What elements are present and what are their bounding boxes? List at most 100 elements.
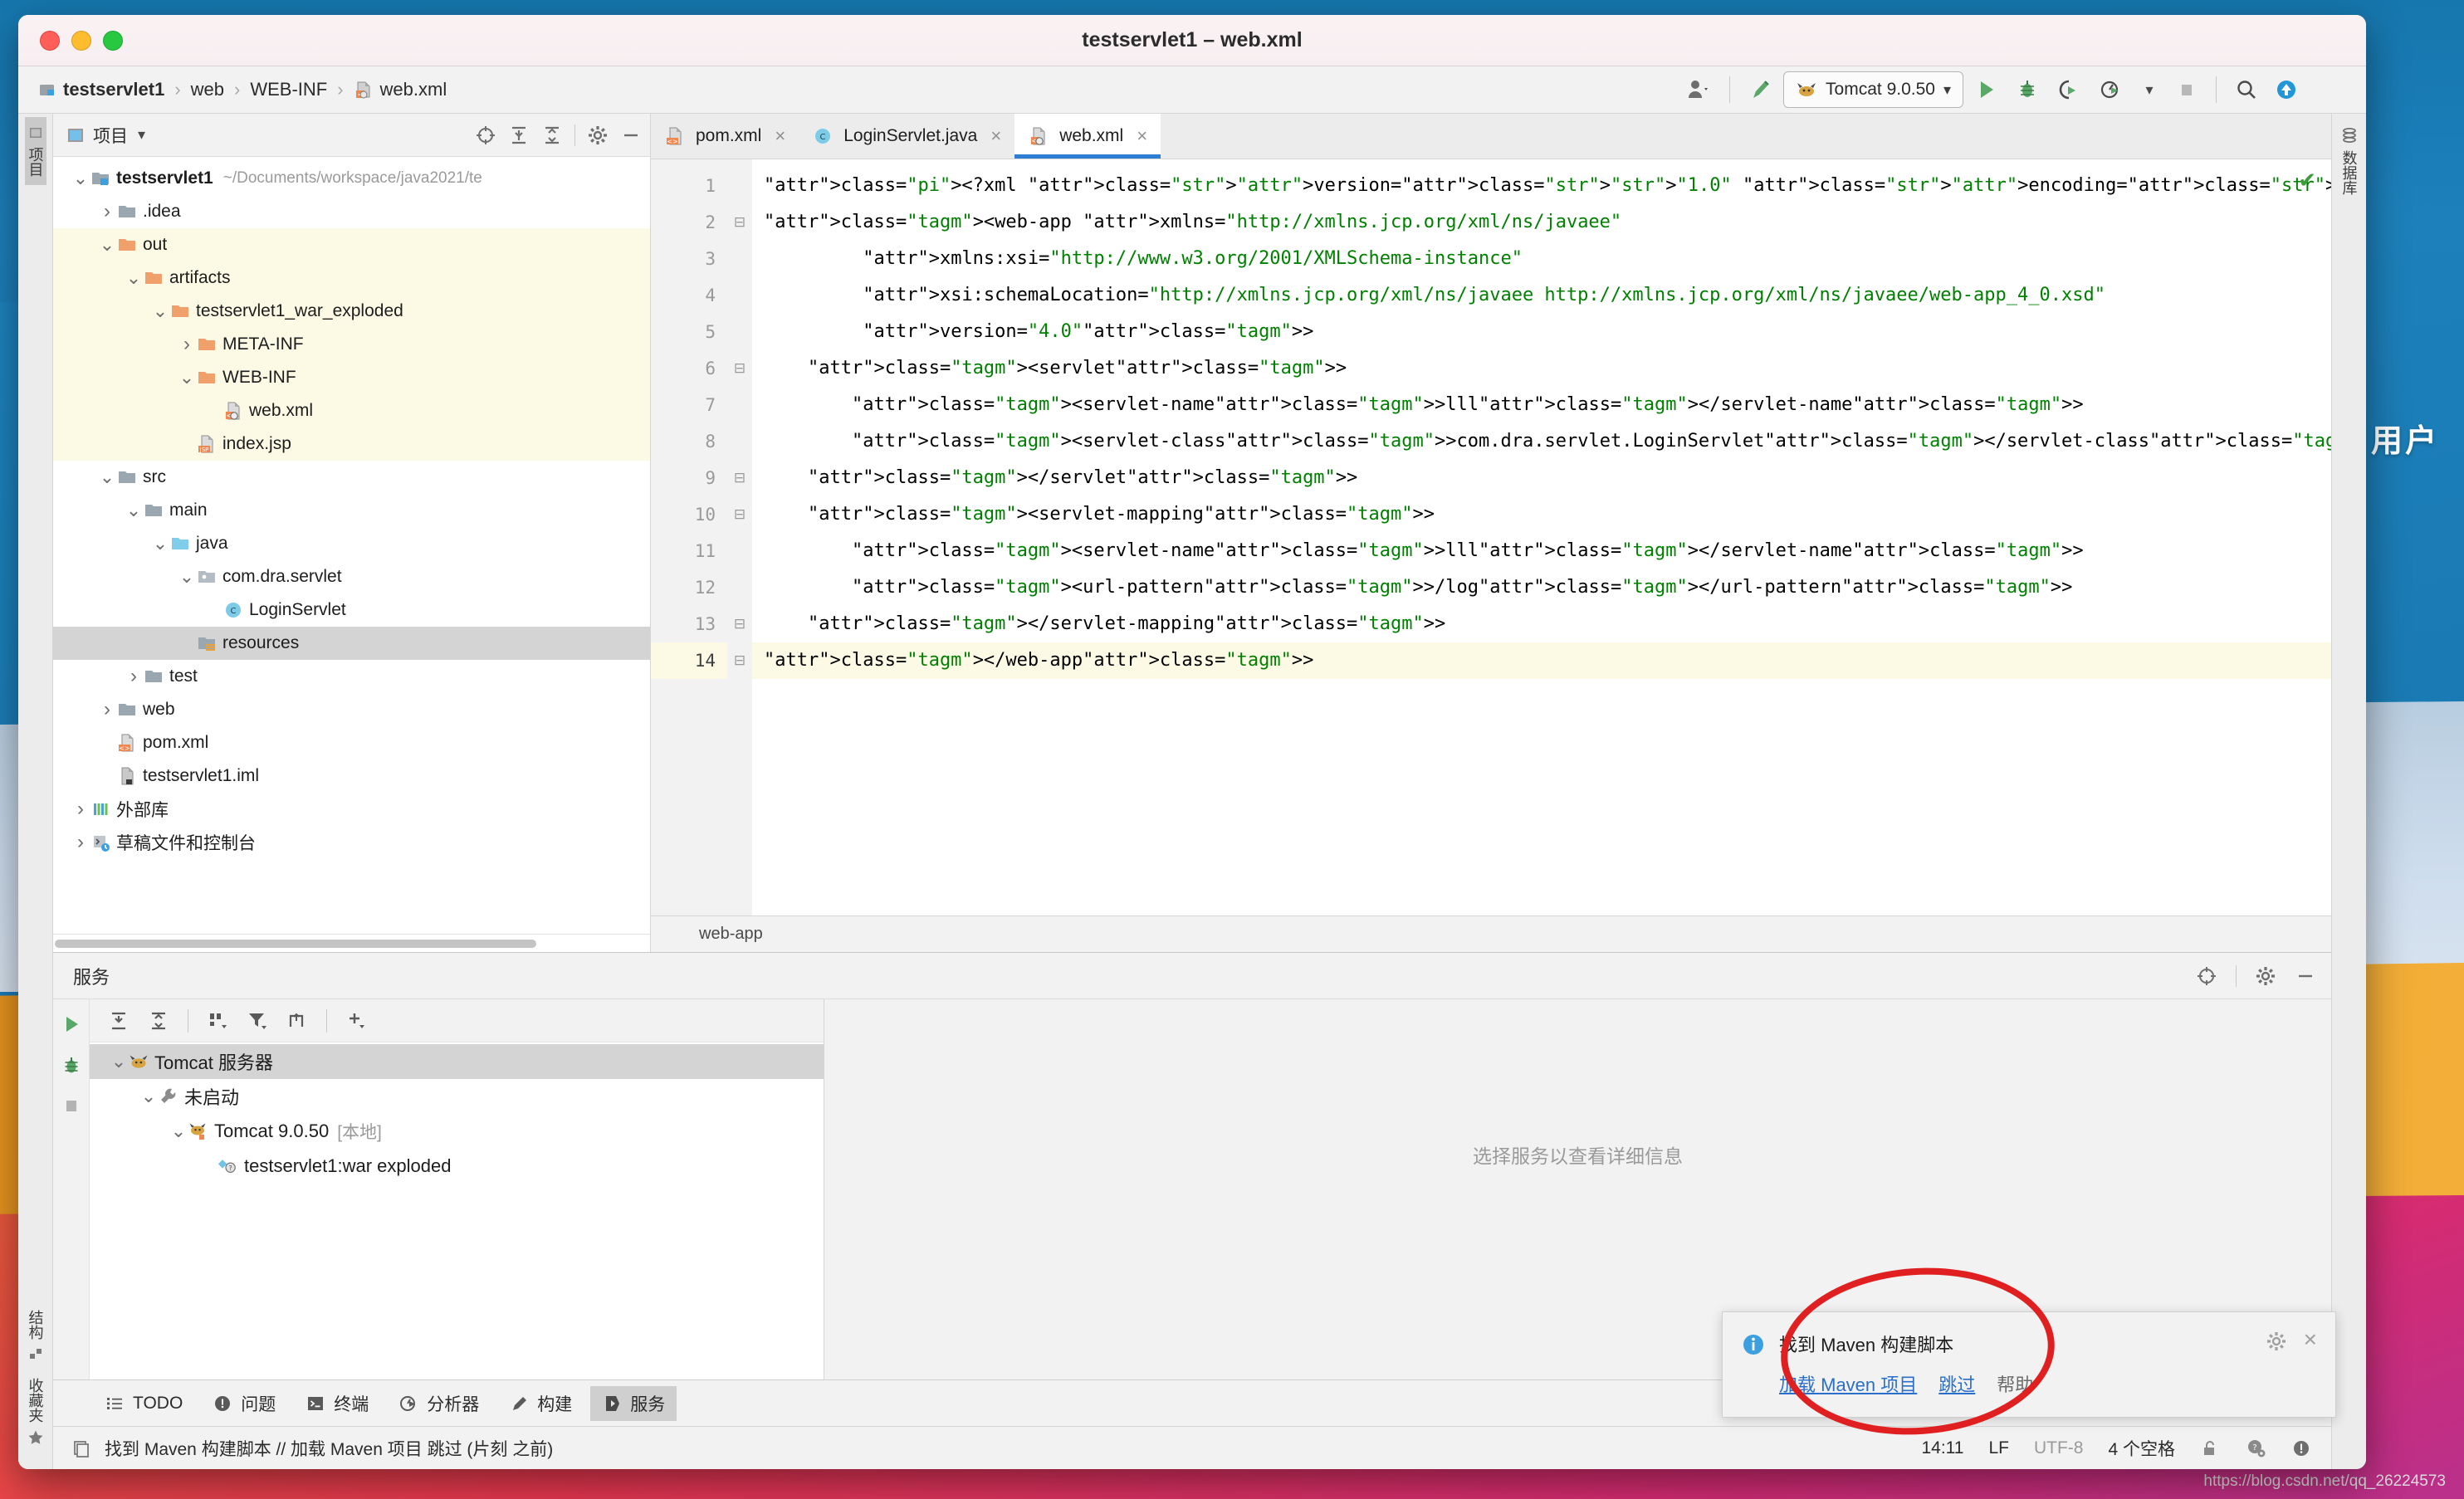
chevron-right-icon[interactable]: › [98,202,116,222]
gear-icon[interactable] [587,125,609,146]
editor-breadcrumb[interactable]: web-app [651,916,2331,952]
add-service-icon[interactable] [339,1005,374,1037]
run-with-coverage-button[interactable] [2050,71,2088,108]
close-tab-icon[interactable]: × [990,125,1001,147]
project-tree-node[interactable]: ⌄ testservlet1_war_exploded [53,295,650,328]
chevron-down-icon[interactable]: ⌄ [71,169,90,188]
build-hammer-button[interactable] [1742,71,1780,108]
project-tree-horizontal-scrollbar[interactable] [53,934,650,952]
code-line[interactable]: "attr">class="tagm"></web-app"attr">clas… [752,642,2331,679]
sidebar-item-favorites[interactable]: 收藏夹 [25,1370,46,1454]
project-tree-node[interactable]: ⌄ src [53,461,650,494]
chevron-right-icon[interactable]: › [125,666,143,686]
code-line[interactable]: "attr">class="tagm"><servlet-name"attr">… [752,533,2331,569]
expand-all-icon[interactable] [101,1005,136,1037]
breadcrumb-item-webinf[interactable]: WEB-INF [250,79,327,100]
chevron-down-icon[interactable]: ▾ [1943,81,1951,99]
code-line[interactable]: "attr">class="tagm"><servlet-name"attr">… [752,387,2331,423]
services-tree-node[interactable]: ⌄ Tomcat 服务器 [90,1044,824,1079]
chevron-right-icon[interactable]: › [178,334,196,354]
filter-icon[interactable] [240,1005,275,1037]
help-link[interactable]: 帮助 [1997,1370,2033,1397]
stop-button[interactable] [2169,71,2204,108]
tool-window-button-services[interactable]: 服务 [590,1385,677,1421]
code-editor[interactable]: 1 2 3 4 5 6 7 8 9 10 11 12 13 14 ⊟ ⊟ ⊟ ⊟ ⊟ ⊟ "attr">class=… [651,159,2331,916]
code-fold-toggle[interactable]: ⊟ [727,642,752,679]
project-tree-node[interactable]: ⌄ main [53,494,650,527]
project-tree-node[interactable]: › 草稿文件和控制台 [53,826,650,859]
project-tree-node[interactable]: ⌄ artifacts [53,261,650,295]
breadcrumb-item-web[interactable]: web [191,79,224,100]
chevron-down-icon[interactable]: ⌄ [125,501,143,520]
chevron-down-icon[interactable]: ⌄ [169,1122,188,1140]
project-tree-node[interactable]: › META-INF [53,328,650,361]
project-tree-node[interactable]: C LoginServlet [53,593,650,627]
chevron-down-icon[interactable]: ⌄ [125,269,143,287]
scrollbar-thumb[interactable] [55,940,536,948]
chevron-down-icon[interactable]: ⌄ [139,1087,158,1106]
code-line[interactable]: "attr">class="tagm"><url-pattern"attr">c… [752,569,2331,606]
status-message[interactable]: 找到 Maven 构建脚本 // 加载 Maven 项目 跳过 (片刻 之前) [105,1436,553,1461]
code-fold-toggle[interactable]: ⊟ [727,350,752,387]
skip-link[interactable]: 跳过 [1938,1370,1975,1397]
gear-icon[interactable] [2266,1331,2287,1352]
code-line[interactable]: "attr">class="tagm"></servlet-mapping"at… [752,606,2331,642]
chevron-down-icon[interactable]: ▾ [2133,71,2166,108]
project-tree[interactable]: ⌄ testservlet1 ~/Documents/workspace/java2… [53,157,650,934]
tool-window-button-hammer[interactable]: 构建 [497,1386,584,1421]
tool-window-button-problems[interactable]: 问题 [201,1386,287,1421]
run-configuration-selector[interactable]: Tomcat 9.0.50 ▾ [1783,71,1963,108]
chevron-right-icon[interactable]: › [98,700,116,720]
chevron-down-icon[interactable]: ⌄ [110,1052,128,1071]
debug-service-button[interactable] [60,1054,83,1077]
editor-tab-loginservlet-java[interactable]: C LoginServlet.java × [799,114,1014,159]
code-folding-gutter[interactable]: ⊟ ⊟ ⊟ ⊟ ⊟ ⊟ [727,159,752,916]
warning-icon[interactable] [2291,1438,2311,1458]
select-opened-file-icon[interactable] [475,125,496,146]
project-tree-node[interactable]: › .idea [53,195,650,228]
chevron-down-icon[interactable]: ⌄ [178,369,196,387]
code-line[interactable]: "attr">class="pi"><?xml "attr">class="st… [752,168,2331,204]
chevron-down-icon[interactable]: ⌄ [98,236,116,254]
search-everywhere-button[interactable] [2228,71,2265,108]
status-line-separator[interactable]: LF [1988,1438,2009,1458]
code-fold-toggle[interactable]: ⊟ [727,496,752,533]
services-tree-node[interactable]: ⌄ 未启动 [90,1079,824,1114]
code-line[interactable]: "attr">class="tagm"><servlet-class"attr"… [752,423,2331,460]
services-tree-node[interactable]: ? testservlet1:war exploded [90,1149,824,1184]
gear-icon[interactable] [2255,965,2276,987]
sidebar-item-project[interactable]: 项目 [24,117,46,185]
chevron-right-icon[interactable]: › [71,833,90,852]
notification-icon[interactable] [71,1438,91,1458]
project-tree-node[interactable]: ⌄ java [53,527,650,560]
project-tree-node[interactable]: ⌄ testservlet1 ~/Documents/workspace/java2… [53,162,650,195]
project-tree-node[interactable]: › test [53,660,650,693]
tool-window-button-terminal[interactable]: 终端 [294,1386,380,1421]
tool-window-button-todo[interactable]: TODO [93,1389,194,1418]
ide-assistant-button[interactable] [2308,71,2344,108]
expand-all-icon[interactable] [508,125,530,146]
load-maven-project-link[interactable]: 加载 Maven 项目 [1779,1370,1917,1397]
sidebar-item-database[interactable]: 数据库 [2339,119,2360,203]
sidebar-item-structure[interactable]: 结构 [25,1301,46,1370]
project-tree-node[interactable]: ⌄ WEB-INF [53,361,650,394]
hide-icon[interactable] [620,125,642,146]
project-tree-node[interactable]: <> pom.xml [53,726,650,759]
code-fold-toggle[interactable]: ⊟ [727,204,752,241]
project-tree-node[interactable]: < web.xml [53,394,650,427]
update-project-button[interactable] [2268,71,2305,108]
lock-icon[interactable] [2200,1438,2220,1458]
run-service-button[interactable] [60,1013,83,1036]
project-tree-node[interactable]: › web [53,693,650,726]
code-fold-toggle[interactable]: ⊟ [727,606,752,642]
code-line[interactable]: "attr">class="tagm"><servlet"attr">class… [752,350,2331,387]
code-line[interactable]: "attr">xsi:schemaLocation="http://xmlns.… [752,277,2331,314]
status-clock[interactable]: 14:11 [1921,1438,1963,1458]
show-configurations-icon[interactable] [280,1005,315,1037]
project-tree-node[interactable]: ⌄ out [53,228,650,261]
code-line[interactable]: "attr">class="tagm"></servlet"attr">clas… [752,460,2331,496]
code-fold-toggle[interactable]: ⊟ [727,460,752,496]
breadcrumb-item-project[interactable]: testservlet1 [38,79,164,100]
project-tree-node[interactable]: resources [53,627,650,660]
collapse-all-icon[interactable] [141,1005,176,1037]
